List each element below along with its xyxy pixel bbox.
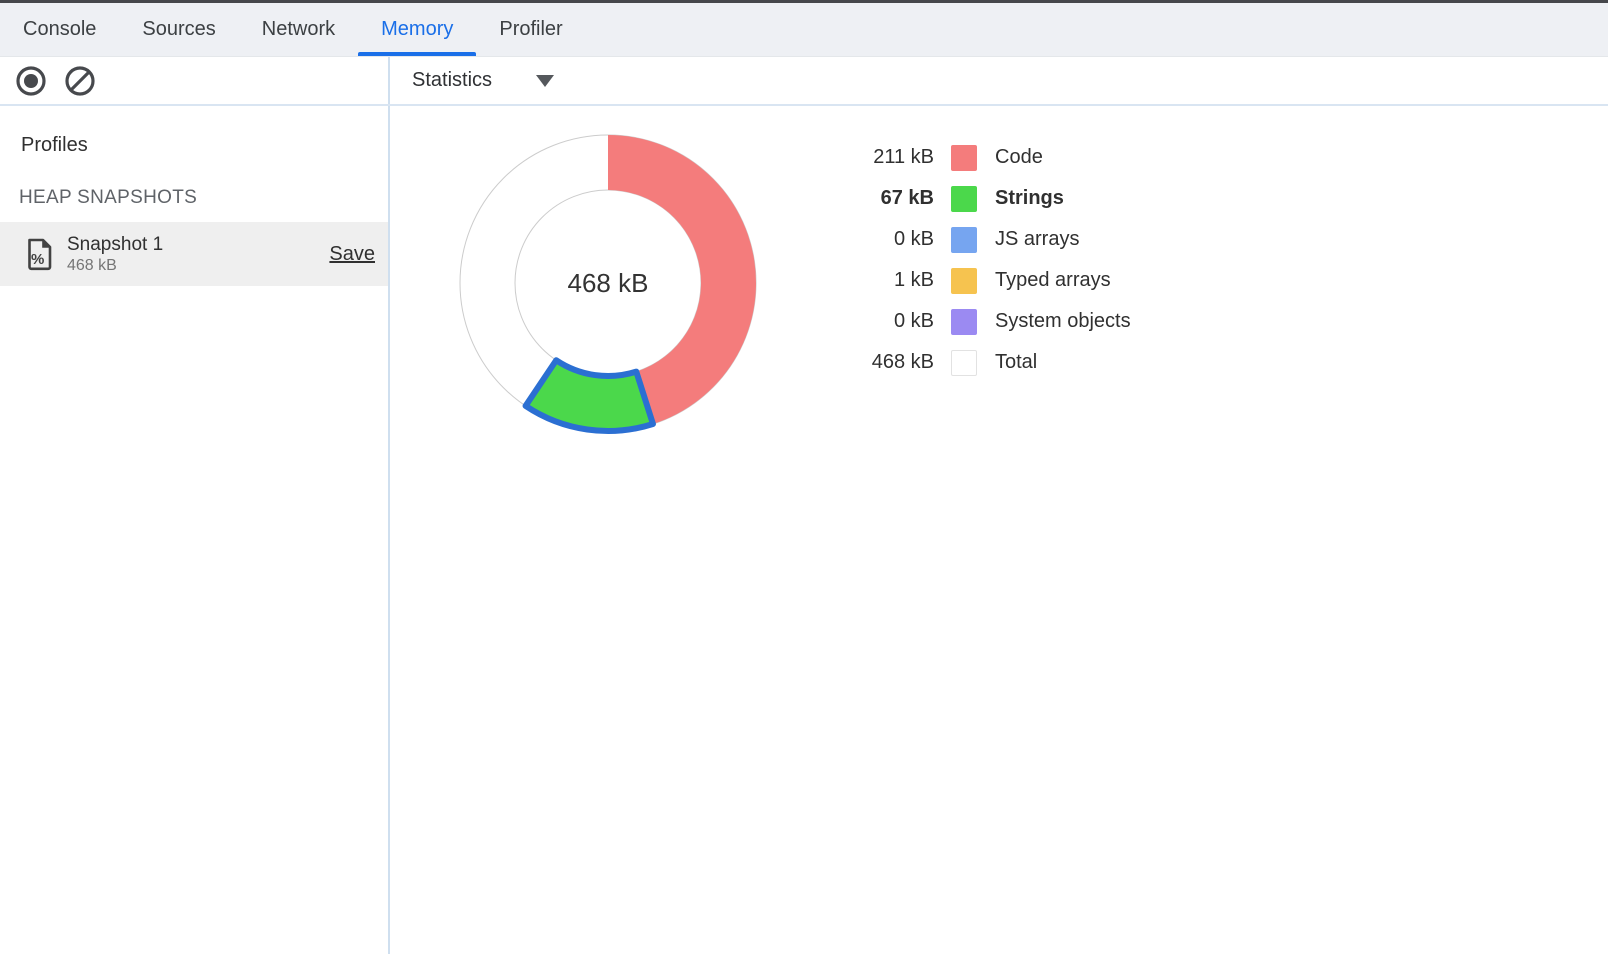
heap-snapshots-heading: HEAP SNAPSHOTS: [0, 157, 388, 209]
tab-label: Sources: [142, 18, 215, 41]
snapshot-title: Snapshot 1: [67, 233, 163, 256]
legend-row-typed-arrays[interactable]: 1 kB Typed arrays: [838, 260, 1131, 301]
heap-snapshot-file-icon: %: [26, 238, 53, 271]
legend-row-code[interactable]: 211 kB Code: [838, 137, 1131, 178]
tab-console[interactable]: Console: [0, 3, 119, 56]
profiles-heading: Profiles: [0, 106, 388, 157]
legend-value: 1 kB: [838, 269, 934, 292]
memory-toolbar: Statistics: [0, 57, 1608, 106]
statistics-view: 468 kB 211 kB Code 67 kB Strings 0 kB: [390, 106, 1608, 954]
tab-label: Network: [262, 18, 335, 41]
legend-row-system-objects[interactable]: 0 kB System objects: [838, 301, 1131, 342]
clear-icon: [64, 65, 96, 97]
chart-legend: 211 kB Code 67 kB Strings 0 kB JS arrays: [838, 137, 1131, 383]
legend-color-swatch: [951, 268, 977, 294]
toolbar-right-section: Statistics: [390, 57, 1608, 104]
legend-label: System objects: [995, 310, 1131, 333]
chevron-down-icon: [536, 75, 554, 87]
save-snapshot-link[interactable]: Save: [329, 243, 375, 266]
legend-row-js-arrays[interactable]: 0 kB JS arrays: [838, 219, 1131, 260]
legend-color-swatch: [951, 227, 977, 253]
clear-profiles-button[interactable]: [64, 65, 96, 97]
legend-label: Code: [995, 146, 1043, 169]
active-tab-underline: [358, 52, 476, 56]
legend-value: 211 kB: [838, 146, 934, 169]
legend-value: 67 kB: [838, 187, 934, 210]
donut-chart-svg: [453, 128, 763, 438]
donut-segment-strings[interactable]: [526, 360, 653, 431]
devtools-tab-bar: Console Sources Network Memory Profiler: [0, 3, 1608, 57]
panel-content: Profiles HEAP SNAPSHOTS % Snapshot 1 468…: [0, 106, 1608, 954]
legend-value: 0 kB: [838, 228, 934, 251]
legend-row-total[interactable]: 468 kB Total: [838, 342, 1131, 383]
legend-label: Strings: [995, 187, 1064, 210]
legend-label: Total: [995, 351, 1037, 374]
legend-value: 0 kB: [838, 310, 934, 333]
profiles-sidebar: Profiles HEAP SNAPSHOTS % Snapshot 1 468…: [0, 106, 390, 954]
tab-sources[interactable]: Sources: [119, 3, 238, 56]
legend-color-swatch: [951, 309, 977, 335]
donut-inner-ring: [515, 190, 701, 376]
heap-statistics-donut-chart: 468 kB: [453, 128, 763, 438]
snapshot-size: 468 kB: [67, 256, 163, 275]
legend-color-swatch: [951, 186, 977, 212]
tab-label: Memory: [381, 18, 453, 41]
tab-network[interactable]: Network: [239, 3, 358, 56]
record-icon: [15, 65, 47, 97]
record-heap-snapshot-button[interactable]: [15, 65, 47, 97]
sidebar-item-snapshot-1[interactable]: % Snapshot 1 468 kB Save: [0, 222, 388, 286]
legend-color-swatch: [951, 350, 977, 376]
tab-label: Console: [23, 18, 96, 41]
tab-profiler[interactable]: Profiler: [476, 3, 585, 56]
legend-color-swatch: [951, 145, 977, 171]
devtools-memory-panel: Console Sources Network Memory Profiler: [0, 0, 1608, 954]
legend-value: 468 kB: [838, 351, 934, 374]
snapshot-text: Snapshot 1 468 kB: [67, 233, 163, 275]
legend-row-strings[interactable]: 67 kB Strings: [838, 178, 1131, 219]
perspective-dropdown-value: Statistics: [412, 69, 492, 92]
tab-memory[interactable]: Memory: [358, 3, 476, 56]
svg-text:%: %: [31, 251, 44, 268]
legend-label: JS arrays: [995, 228, 1079, 251]
legend-label: Typed arrays: [995, 269, 1111, 292]
perspective-dropdown[interactable]: Statistics: [406, 65, 560, 96]
tab-label: Profiler: [499, 18, 562, 41]
toolbar-left-section: [0, 57, 390, 104]
